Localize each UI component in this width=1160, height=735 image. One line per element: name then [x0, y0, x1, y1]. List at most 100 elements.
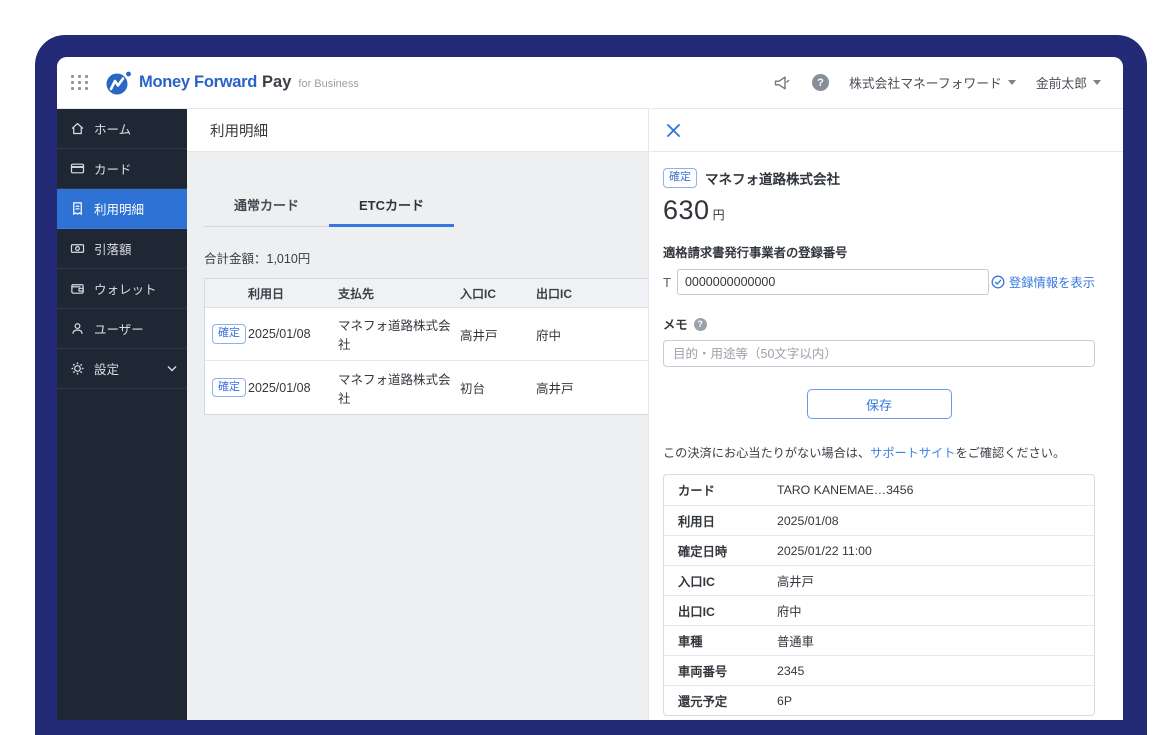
invoice-number-label: 適格請求書発行事業者の登録番号 [663, 246, 848, 260]
memo-input[interactable] [663, 340, 1095, 367]
cell-entry-ic: 高井戸 [460, 328, 498, 343]
detail-value: 6P [777, 693, 793, 708]
amount-value: 630 [663, 195, 710, 225]
detail-label: 出口IC [678, 604, 715, 619]
detail-row-entry-ic: 入口IC 高井戸 [664, 565, 1094, 595]
tab-etc-card[interactable]: ETCカード [329, 195, 454, 227]
sidebar-item-label: ユーザー [94, 323, 144, 337]
detail-panel-header [649, 109, 1123, 152]
detail-panel: 確定 マネフォ道路株式会社 630 円 適格請求書発行事業者の登録番号 T 00… [648, 109, 1123, 720]
gear-icon [71, 362, 84, 375]
table-row[interactable]: 確定 2025/01/08 マネフォ道路株式会社 初台 高井戸 [205, 361, 648, 414]
cell-entry-ic: 初台 [460, 382, 486, 396]
sidebar-item-cards[interactable]: カード [57, 149, 187, 189]
sidebar-item-withdrawal[interactable]: 引落額 [57, 229, 187, 269]
detail-row-exit-ic: 出口IC 府中 [664, 595, 1094, 625]
show-registration-link[interactable]: 登録情報を表示 [991, 273, 1095, 291]
close-button[interactable] [666, 123, 681, 138]
sidebar-item-label: 利用明細 [94, 203, 145, 217]
cell-payee: マネフォ道路株式会社 [338, 319, 451, 352]
total-amount-label: 合計金額：1,010円 [204, 252, 311, 266]
detail-value: 高井戸 [777, 574, 814, 589]
status-badge: 確定 [663, 168, 697, 188]
support-text-before: この決済にお心当たりがない場合は、 [663, 446, 871, 460]
usage-table-header: 利用日 支払先 入口IC 出口IC [205, 279, 648, 308]
show-registration-link-label: 登録情報を表示 [1008, 276, 1095, 290]
banknote-icon [70, 244, 85, 253]
detail-label: 利用日 [678, 514, 715, 529]
wallet-icon [71, 284, 84, 294]
sidebar-item-usage-details[interactable]: 利用明細 [57, 189, 187, 229]
detail-value: 普通車 [777, 634, 814, 649]
company-menu[interactable]: 株式会社マネーフォワード [849, 73, 1016, 92]
detail-label: 還元予定 [678, 694, 728, 709]
detail-row-points: 還元予定 6P [664, 685, 1094, 715]
sidebar-item-label: カード [94, 163, 132, 177]
sidebar-item-label: ホーム [94, 123, 132, 137]
product-name: Pay [262, 73, 292, 91]
support-note: この決済にお心当たりがない場合は、サポートサイトをご確認ください。 [663, 444, 1095, 462]
column-header-exit-ic: 出口IC [536, 286, 573, 301]
table-row[interactable]: 確定 2025/01/08 マネフォ道路株式会社 高井戸 府中 [205, 308, 648, 361]
support-text-after: をご確認ください。 [955, 446, 1066, 460]
close-icon [667, 123, 680, 137]
detail-value: TARO KANEMAE…3456 [777, 483, 914, 498]
megaphone-icon[interactable] [773, 75, 792, 91]
detail-label: 入口IC [678, 574, 715, 589]
memo-label: メモ [663, 318, 688, 332]
amount-unit: 円 [712, 208, 725, 222]
money-forward-logo-icon [106, 71, 131, 94]
check-circle-icon [991, 275, 1005, 289]
sidebar-item-wallet[interactable]: ウォレット [57, 269, 187, 309]
tab-normal-card[interactable]: 通常カード [204, 195, 329, 227]
card-type-tabs: 通常カード ETCカード [204, 195, 648, 227]
page-title: 利用明細 [187, 109, 648, 152]
memo-help-icon[interactable]: ? [693, 317, 707, 331]
detail-row-vehicle-number: 車両番号 2345 [664, 655, 1094, 685]
sidebar-item-settings[interactable]: 設定 [57, 349, 187, 389]
detail-row-confirmed-at: 確定日時 2025/01/22 11:00 [664, 535, 1094, 565]
merchant-name: マネフォ道路株式会社 [705, 172, 840, 187]
detail-value: 2025/01/08 [777, 513, 839, 528]
support-site-link[interactable]: サポートサイト [870, 446, 955, 460]
user-icon [72, 323, 83, 334]
app-window: Money Forward Pay for Business ? 株式会社マネー… [57, 57, 1123, 720]
detail-row-card: カード TARO KANEMAE…3456 [664, 475, 1094, 505]
card-icon [70, 163, 85, 174]
sidebar-item-home[interactable]: ホーム [57, 109, 187, 149]
user-menu[interactable]: 金前太郎 [1036, 73, 1101, 92]
column-header-entry-ic: 入口IC [460, 286, 497, 301]
sidebar-item-label: 引落額 [94, 243, 132, 257]
detail-value: 2345 [777, 663, 805, 678]
receipt-icon [73, 202, 82, 216]
chevron-down-icon [1007, 80, 1016, 85]
detail-row-vehicle-type: 車種 普通車 [664, 625, 1094, 655]
column-header-payee: 支払先 [338, 286, 375, 301]
brand-name: Money Forward [139, 73, 258, 91]
detail-value: 府中 [777, 604, 802, 619]
sidebar-item-label: 設定 [94, 363, 120, 377]
chevron-down-icon [167, 366, 177, 372]
detail-value: 2025/01/22 11:00 [777, 543, 872, 558]
cell-payee: マネフォ道路株式会社 [338, 372, 451, 406]
detail-label: 確定日時 [678, 544, 728, 559]
cell-date: 2025/01/08 [248, 327, 311, 341]
logo: Money Forward Pay for Business [105, 70, 359, 96]
invoice-prefix: T [663, 274, 671, 290]
home-icon [71, 122, 84, 135]
detail-label: カード [678, 484, 715, 499]
chevron-down-icon [1093, 80, 1101, 85]
company-menu-label: 株式会社マネーフォワード [849, 76, 1002, 91]
user-menu-label: 金前太郎 [1035, 76, 1087, 91]
sidebar-item-label: ウォレット [94, 283, 157, 297]
apps-grid-icon[interactable] [71, 75, 89, 90]
help-icon[interactable]: ? [812, 74, 830, 91]
product-suffix: for Business [298, 78, 359, 90]
save-button[interactable]: 保存 [806, 389, 952, 419]
sidebar-item-users[interactable]: ユーザー [57, 309, 187, 349]
app-header: Money Forward Pay for Business ? 株式会社マネー… [57, 57, 1123, 109]
status-badge: 確定 [212, 377, 246, 398]
invoice-number-input[interactable] [676, 269, 989, 295]
cell-date: 2025/01/08 [248, 380, 311, 395]
sidebar: ホーム カード 利用明細 引落額 ウォレット ユーザー 設定 [57, 109, 187, 720]
